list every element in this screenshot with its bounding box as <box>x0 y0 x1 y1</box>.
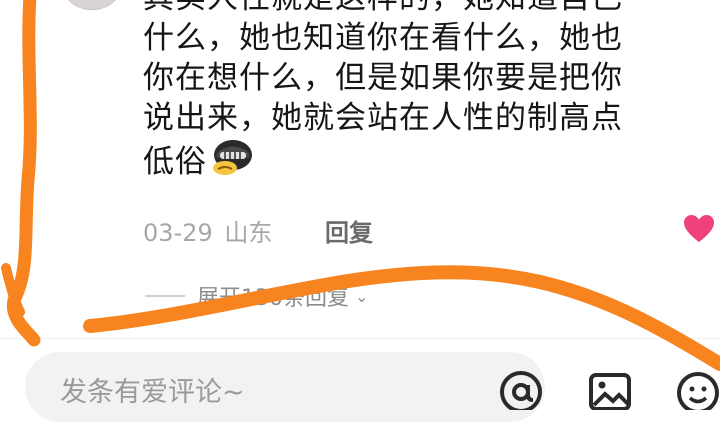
comment-line-last: 低俗 <box>143 138 720 180</box>
avatar[interactable] <box>60 0 124 10</box>
comment-line: 什么，她也知道你在看什么，她也 <box>143 20 623 56</box>
comment-input-placeholder: 发条有爱评论~ <box>60 377 245 408</box>
expand-replies-button[interactable]: 展开130条回复 ⌄ <box>145 280 368 312</box>
helmet-grimace-emoji <box>211 138 253 186</box>
heart-icon[interactable] <box>683 214 715 248</box>
divider <box>0 338 720 339</box>
comment-line: 其实人性就是这样的，她知道自己 <box>143 0 720 18</box>
image-icon[interactable] <box>588 370 632 414</box>
comment-location: 山东 <box>224 219 273 247</box>
chevron-down-icon: ⌄ <box>355 286 369 306</box>
comment-input[interactable]: 发条有爱评论~ <box>25 352 545 422</box>
comment-line-text: 低俗 <box>143 144 207 180</box>
emoji-icon[interactable] <box>675 370 720 414</box>
reply-button[interactable]: 回复 <box>325 213 373 248</box>
comment-line: 你在想什么，但是如果你要是把你 <box>143 60 623 96</box>
comment-body: 其实人性就是这样的，她知道自己 什么，她也知道你在看什么，她也 你在想什么，但是… <box>143 0 720 180</box>
at-icon[interactable] <box>498 370 544 414</box>
comment-date: 03-29 <box>143 219 213 247</box>
comment-meta: 03-29 山东 <box>143 213 272 248</box>
divider-dash <box>145 295 185 297</box>
expand-replies-label: 展开130条回复 <box>197 286 349 311</box>
comment-line: 说出来，她就会站在人性的制高点 <box>143 100 623 136</box>
